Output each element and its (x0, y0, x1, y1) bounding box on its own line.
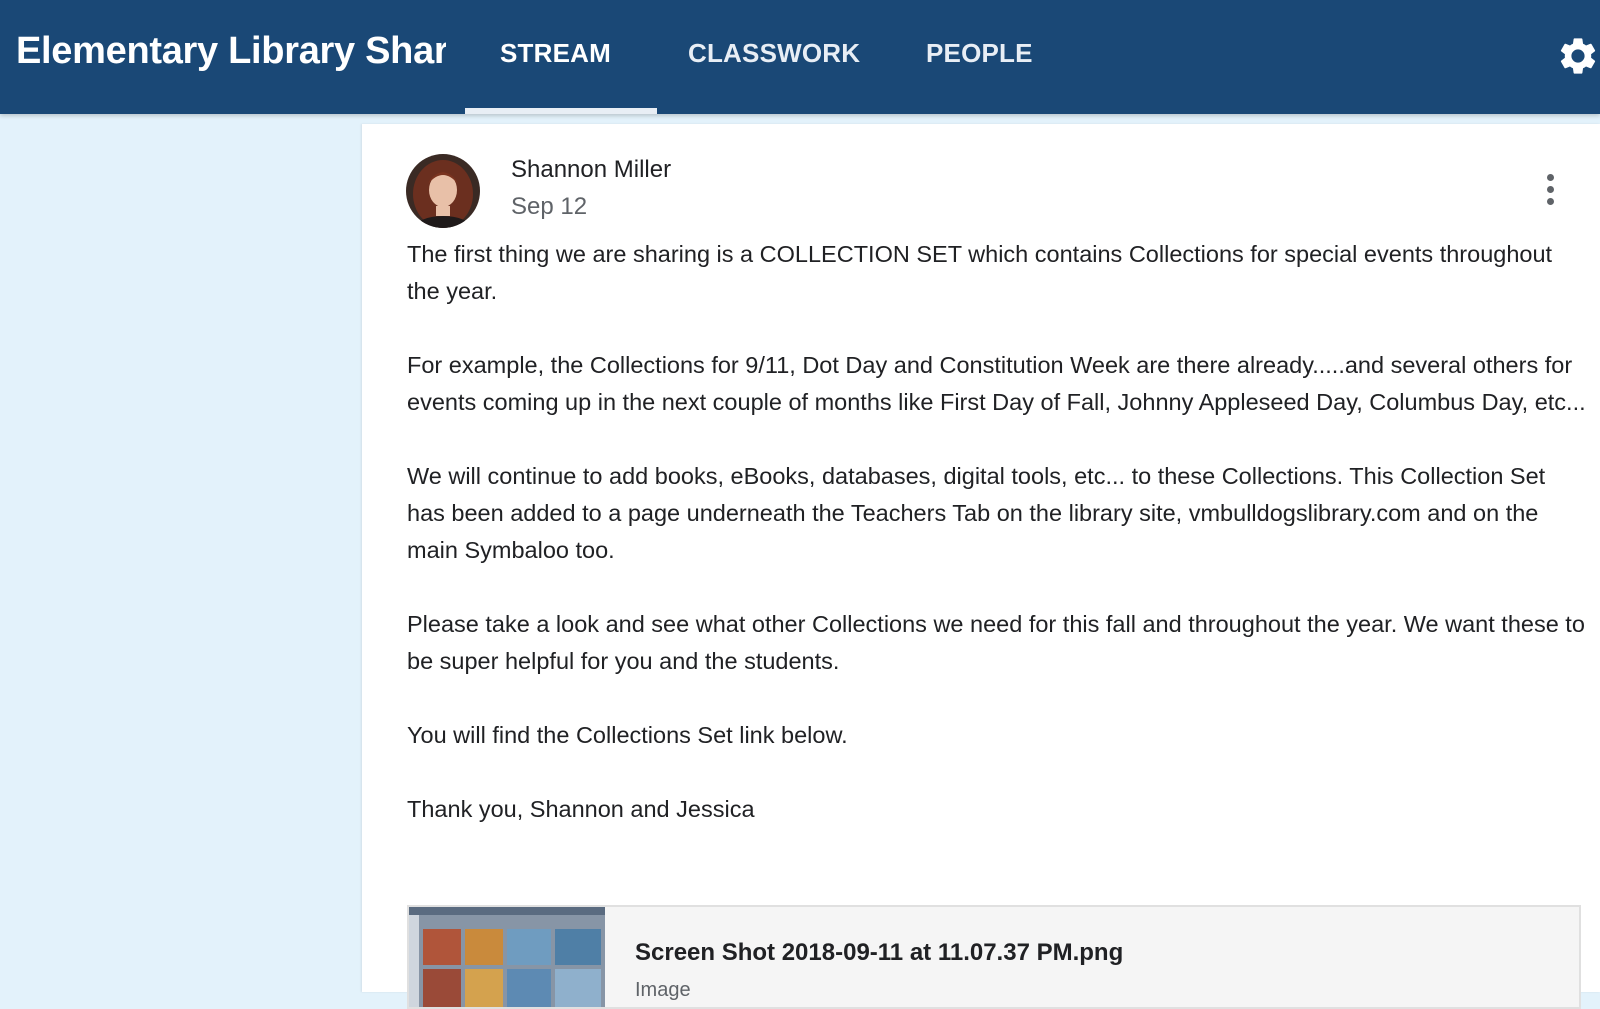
attachment-thumbnail (409, 907, 605, 1007)
attachment-name: Screen Shot 2018-09-11 at 11.07.37 PM.pn… (635, 939, 1124, 966)
post-paragraph: The first thing we are sharing is a COLL… (407, 241, 1553, 304)
class-title[interactable]: Elementary Library Shar... (16, 30, 446, 73)
tab-stream[interactable]: STREAM (500, 38, 611, 69)
more-vertical-icon[interactable] (1542, 174, 1558, 208)
post-paragraph: Thank you, Shannon and Jessica (407, 796, 755, 822)
post-paragraph: You will find the Collections Set link b… (407, 722, 848, 748)
avatar[interactable] (406, 154, 480, 228)
top-app-bar: Elementary Library Shar... STREAM CLASSW… (0, 0, 1600, 114)
post-paragraph: For example, the Collections for 9/11, D… (407, 352, 1586, 415)
post-paragraph: We will continue to add books, eBooks, d… (407, 463, 1546, 563)
post-paragraph: Please take a look and see what other Co… (407, 611, 1585, 674)
post-date: Sep 12 (511, 193, 588, 220)
post-body: The first thing we are sharing is a COLL… (407, 236, 1587, 865)
attachment-type: Image (635, 979, 691, 1001)
attachment-card[interactable]: Screen Shot 2018-09-11 at 11.07.37 PM.pn… (407, 905, 1581, 1009)
post-author-name[interactable]: Shannon Miller (511, 156, 671, 184)
tab-people[interactable]: PEOPLE (926, 38, 1033, 69)
active-tab-indicator (465, 108, 657, 114)
gear-icon[interactable] (1556, 34, 1600, 78)
post-card: Shannon Miller Sep 12 The first thing we… (362, 124, 1600, 1009)
tab-classwork[interactable]: CLASSWORK (688, 38, 860, 69)
